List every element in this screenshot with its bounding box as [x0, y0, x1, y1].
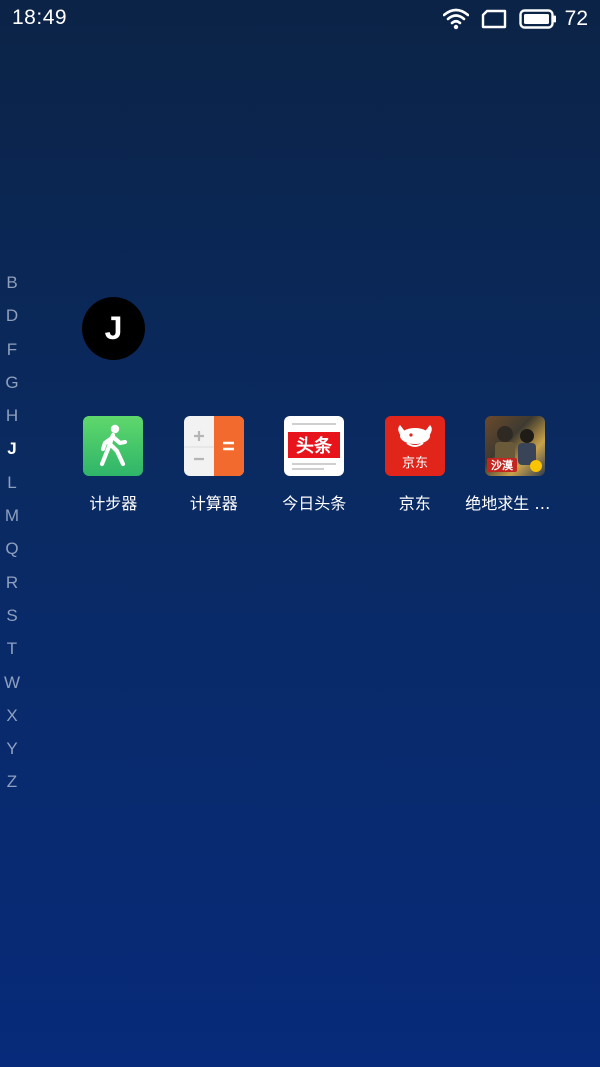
alpha-index-letter[interactable]: M	[0, 499, 24, 532]
app-jd[interactable]: 京东 京东	[365, 416, 466, 514]
toutiao-icon: 头条	[284, 416, 345, 476]
battery-icon	[518, 9, 556, 29]
alpha-index-letter[interactable]: G	[0, 366, 24, 399]
svg-text:沙漠: 沙漠	[491, 458, 514, 472]
alpha-index-letter[interactable]: W	[0, 666, 24, 699]
status-bar: 18:49 72	[0, 0, 600, 40]
alpha-index-letter[interactable]: R	[0, 566, 24, 599]
jd-icon: 京东	[384, 416, 445, 476]
alpha-index-letter[interactable]: T	[0, 632, 24, 665]
alpha-index-letter[interactable]: L	[0, 466, 24, 499]
alpha-index-letter[interactable]: D	[0, 299, 24, 332]
app-label: 计步器	[89, 494, 138, 513]
svg-text:京东: 京东	[402, 456, 428, 471]
app-label: 计算器	[189, 494, 238, 513]
pubg-icon: 沙漠	[485, 416, 546, 476]
wifi-icon	[442, 8, 469, 30]
alpha-index-letter[interactable]: B	[0, 266, 24, 299]
alpha-index-letter[interactable]: Z	[0, 765, 24, 798]
app-calculator[interactable]: 计算器	[164, 416, 265, 514]
alpha-index-letter[interactable]: F	[0, 333, 24, 366]
status-time: 18:49	[12, 6, 68, 29]
alphabet-index[interactable]: BDFGHJLMQRSTWXYZ	[0, 266, 24, 799]
app-label: 京东	[398, 494, 431, 513]
app-grid: 计步器 计算器 头条 今日头条 京东 京东 沙漠 绝地求生 刺激	[63, 416, 583, 514]
alpha-index-letter[interactable]: S	[0, 599, 24, 632]
app-label: 绝地求生 刺激战场	[465, 494, 566, 513]
battery-level: 72	[564, 7, 588, 30]
alpha-index-letter[interactable]: X	[0, 699, 24, 732]
app-pedometer[interactable]: 计步器	[63, 416, 164, 514]
calculator-icon	[183, 416, 244, 476]
status-icons: 72	[442, 6, 588, 32]
app-label: 今日头条	[282, 494, 347, 513]
app-pubg[interactable]: 沙漠 绝地求生 刺激战场	[465, 416, 566, 514]
alpha-index-letter[interactable]: Q	[0, 532, 24, 565]
alpha-index-letter[interactable]: Y	[0, 732, 24, 765]
section-letter-badge: J	[82, 297, 145, 360]
svg-text:头条: 头条	[296, 435, 333, 457]
alpha-index-letter[interactable]: J	[0, 432, 24, 465]
app-toutiao[interactable]: 头条 今日头条	[264, 416, 365, 514]
pedometer-icon	[83, 416, 144, 476]
sim-card-icon	[481, 9, 506, 29]
alpha-index-letter[interactable]: H	[0, 399, 24, 432]
